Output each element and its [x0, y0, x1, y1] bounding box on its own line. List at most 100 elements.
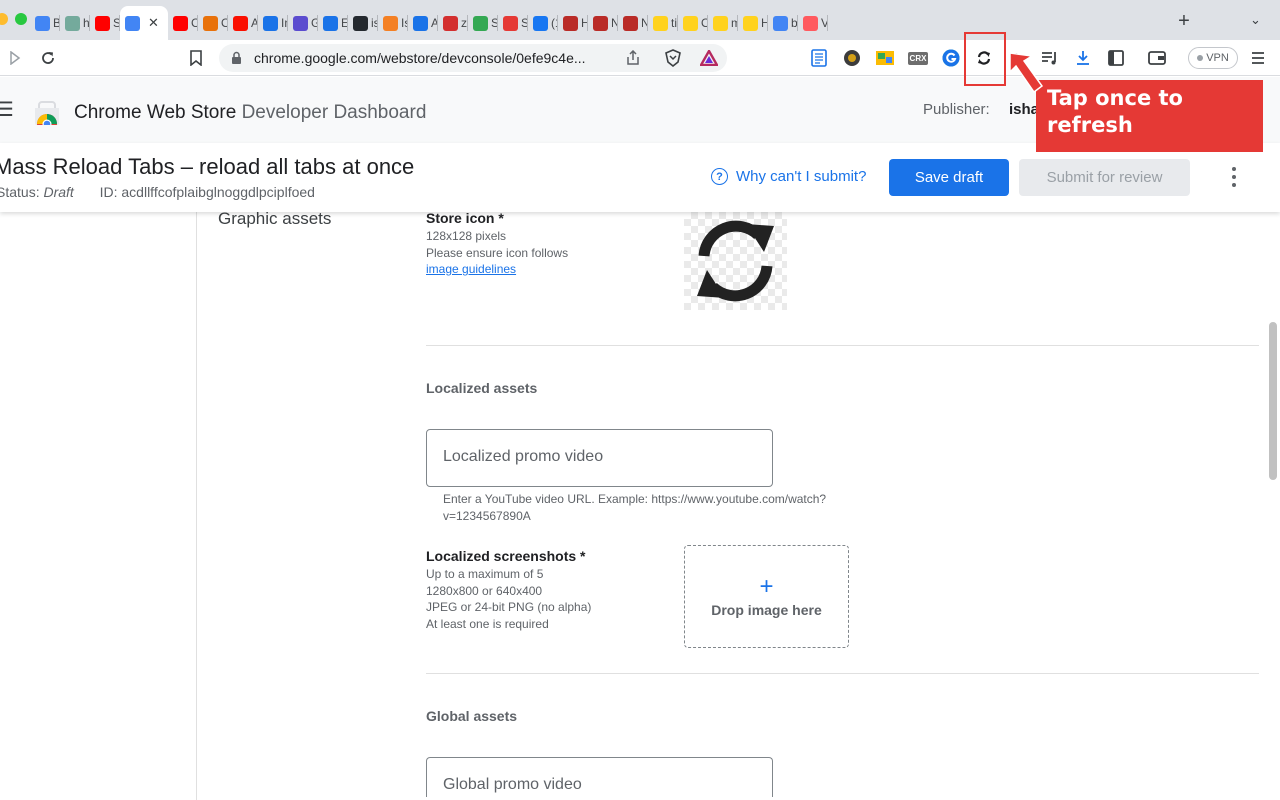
tab[interactable]: is — [348, 6, 378, 40]
crx-label: CRX — [907, 51, 929, 65]
google-icon — [773, 15, 788, 31]
screenshots-help-line: 1280x800 or 640x400 — [426, 583, 543, 598]
tab[interactable]: S — [498, 6, 528, 40]
tab-title: S — [491, 16, 498, 30]
tab-search-chevron-icon[interactable]: ⌄ — [1250, 12, 1261, 28]
store-icon-size: 128x128 pixels — [426, 229, 507, 243]
store-icon-guideline-text: Please ensure icon follows — [426, 245, 569, 260]
plus-icon: + — [759, 572, 774, 600]
tab[interactable]: St — [90, 6, 120, 40]
new-tab-button[interactable]: + — [1174, 10, 1194, 33]
item-meta: Status: Draft ID: acdllffcofplaibglnoggd… — [0, 184, 315, 200]
tab-title: Ba — [53, 16, 60, 30]
tab[interactable]: N — [618, 6, 648, 40]
localized-assets-title: Localized assets — [426, 380, 538, 396]
why-cant-submit-label: Why can't I submit? — [736, 168, 867, 185]
tab[interactable]: A — [228, 6, 258, 40]
tab[interactable]: ht — [60, 6, 90, 40]
screenshot-drop-zone[interactable]: + Drop image here — [684, 545, 849, 648]
grammarly-icon[interactable] — [939, 46, 963, 70]
lock-icon[interactable] — [231, 51, 242, 65]
tab[interactable]: In — [258, 6, 288, 40]
tab[interactable]: ti — [648, 6, 678, 40]
submit-for-review-button[interactable]: Submit for review — [1019, 159, 1190, 196]
menu-icon[interactable]: ☰ — [0, 97, 14, 122]
reload-page-icon[interactable] — [36, 46, 60, 70]
browser-toolbar: chrome.google.com/webstore/devconsole/0e… — [0, 40, 1280, 76]
app-title: Chrome Web Store Developer Dashboard — [74, 102, 426, 124]
tab[interactable]: G — [288, 6, 318, 40]
more-options-icon[interactable] — [1226, 165, 1242, 189]
tab-title: m — [731, 16, 738, 30]
tab-title: N — [611, 16, 618, 30]
wallet-icon[interactable] — [1145, 46, 1169, 70]
tab-title: S — [521, 16, 528, 30]
tab[interactable]: O — [198, 6, 228, 40]
tab[interactable]: H — [558, 6, 588, 40]
tab[interactable]: C — [168, 6, 198, 40]
app-icon — [803, 15, 818, 31]
tab[interactable]: O — [678, 6, 708, 40]
record-icon — [503, 15, 518, 31]
global-promo-video-input[interactable]: Global promo video — [426, 757, 773, 797]
extension-coin-icon[interactable] — [840, 46, 864, 70]
brave-shield-icon[interactable] — [665, 49, 681, 67]
vpn-label: VPN — [1206, 52, 1229, 64]
tab-title: Is — [401, 16, 408, 30]
tab[interactable]: (1 — [528, 6, 558, 40]
brave-rewards-icon[interactable] — [700, 50, 718, 66]
publisher-label: Publisher: — [923, 101, 990, 118]
why-cant-submit-link[interactable]: ? Why can't I submit? — [711, 168, 866, 185]
tab[interactable]: Ba — [30, 6, 60, 40]
chrome-web-store-logo — [33, 101, 61, 126]
video-help-line1: Enter a YouTube video URL. Example: http… — [443, 492, 827, 506]
crx-extension-icon[interactable]: CRX — [906, 46, 930, 70]
publisher-name[interactable]: isha — [1009, 101, 1039, 118]
save-draft-button[interactable]: Save draft — [889, 159, 1009, 196]
tab-title: ti — [671, 16, 677, 30]
tab[interactable]: Is — [378, 6, 408, 40]
download-icon[interactable] — [1071, 46, 1095, 70]
tab[interactable]: bl — [768, 6, 798, 40]
address-bar[interactable]: chrome.google.com/webstore/devconsole/0e… — [219, 44, 727, 72]
tab[interactable]: zl — [438, 6, 468, 40]
localized-promo-video-input[interactable]: Localized promo video — [426, 429, 773, 487]
minimize-window-button[interactable] — [0, 13, 8, 25]
screenshots-help-line: JPEG or 24-bit PNG (no alpha) — [426, 600, 592, 614]
tab[interactable]: N — [588, 6, 618, 40]
store-icon-preview[interactable] — [684, 212, 787, 310]
share-icon[interactable] — [626, 50, 640, 66]
tab-title: zl — [461, 16, 468, 30]
quora-icon — [623, 15, 638, 31]
reader-mode-icon[interactable] — [807, 46, 831, 70]
vpn-status-dot — [1197, 55, 1204, 61]
youtube-icon — [173, 15, 188, 31]
chatgpt-icon — [65, 15, 80, 31]
tab[interactable]: H — [738, 6, 768, 40]
stackoverflow-icon — [383, 15, 398, 31]
bookmark-icon[interactable] — [184, 46, 208, 70]
tab[interactable]: A — [408, 6, 438, 40]
scrollbar-thumb[interactable] — [1269, 322, 1277, 480]
sidebar-icon[interactable] — [1104, 46, 1128, 70]
forward-icon[interactable] — [3, 46, 27, 70]
browser-menu-icon[interactable] — [1246, 46, 1270, 70]
close-tab-icon[interactable]: ✕ — [148, 15, 159, 31]
hugging-face-icon — [743, 15, 758, 31]
screenshots-help-line: Up to a maximum of 5 — [426, 567, 544, 581]
tab[interactable]: E — [318, 6, 348, 40]
tab-title: H — [581, 16, 588, 30]
tab-title: N — [641, 16, 648, 30]
image-guidelines-link[interactable]: image guidelines — [426, 262, 516, 276]
url-text[interactable]: chrome.google.com/webstore/devconsole/0e… — [254, 50, 586, 66]
section-divider — [426, 345, 1259, 346]
tab-active[interactable]: ✕ — [120, 6, 168, 40]
zoom-window-button[interactable] — [15, 13, 27, 25]
tab[interactable]: m — [708, 6, 738, 40]
tab[interactable]: S — [468, 6, 498, 40]
extension-image-icon[interactable] — [873, 46, 897, 70]
tab[interactable]: Vi — [798, 6, 828, 40]
hugging-face-icon — [653, 15, 668, 31]
tab-title: Vi — [821, 16, 828, 30]
vpn-button[interactable]: VPN — [1188, 47, 1238, 69]
